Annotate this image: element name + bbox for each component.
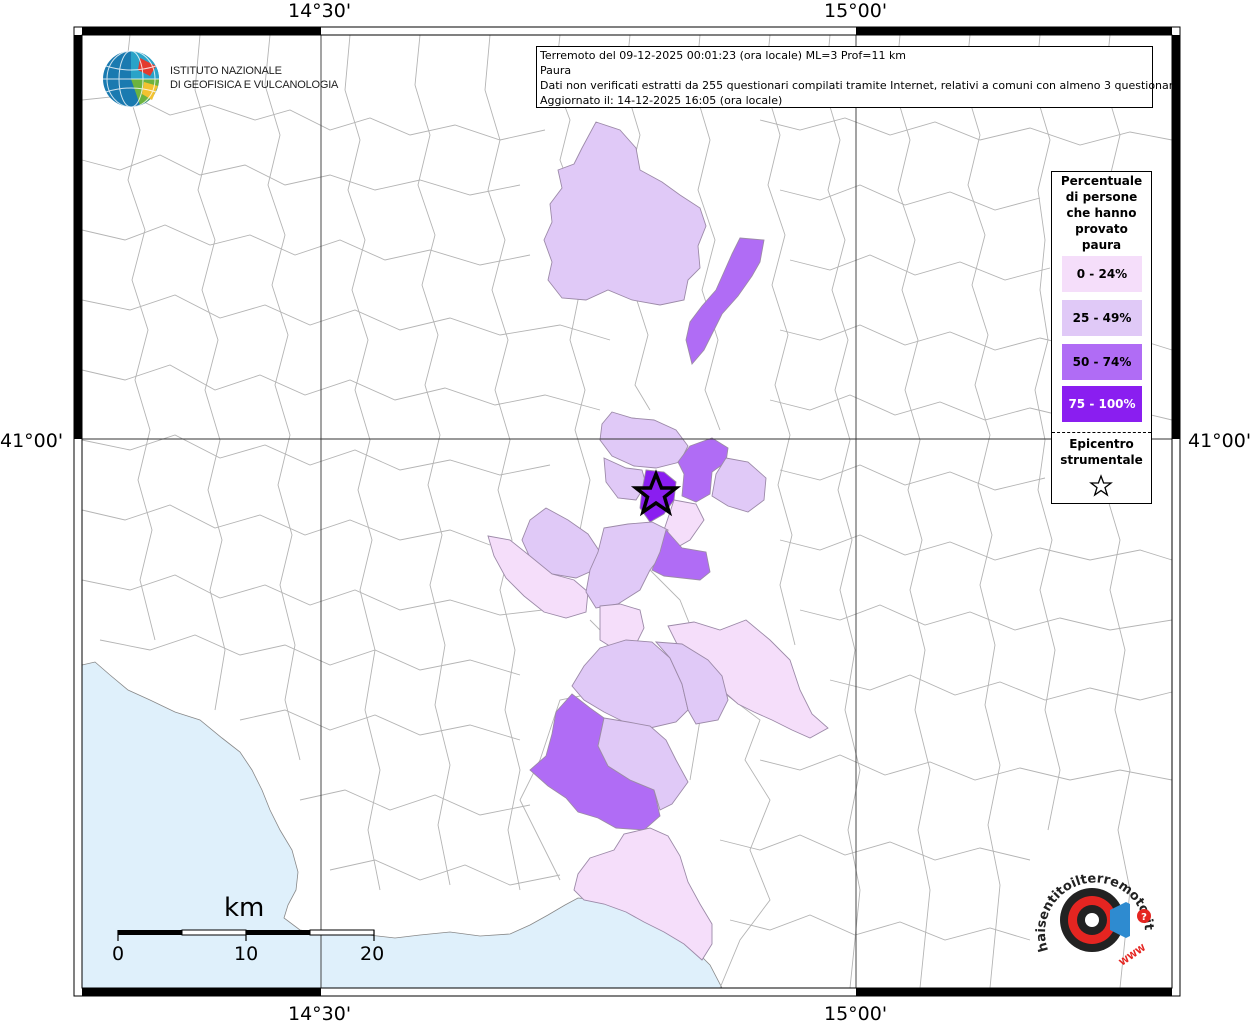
ingv-globe-icon [103,50,159,108]
lon-label-top-right: 15°00' [824,0,888,22]
legend-title-line: paura [1081,238,1122,252]
event-info-line2: Paura [540,64,572,77]
event-info-line3: Dati non verificati estratti da 255 ques… [540,79,1180,92]
scale-bar: km 0 10 20 [110,885,390,975]
legend-item-25-49: 25 - 49% [1062,300,1142,336]
lon-label-top-left: 14°30' [288,0,352,22]
lon-label-bottom-left: 14°30' [288,1003,352,1025]
ingv-name-line2: DI GEOFISICA E VULCANOLOGIA [170,79,339,91]
legend-item-label: 75 - 100% [1068,397,1136,411]
legend: Percentuale di persone che hanno provato… [1051,171,1152,504]
legend-title-line: provato [1075,222,1128,236]
scale-tick-label: 10 [234,943,259,965]
event-info-line1: Terremoto del 09-12-2025 00:01:23 (ora l… [540,49,907,62]
legend-item-0-24: 0 - 24% [1062,256,1142,292]
lon-label-bottom-right: 15°00' [824,1003,888,1025]
legend-item-label: 0 - 24% [1076,267,1128,281]
svg-text:?: ? [1141,912,1147,923]
scale-tick-label: 20 [360,943,385,965]
lat-label-right: 41°00' [1188,430,1252,452]
epicentre-legend-star-icon [1089,474,1113,497]
lat-label-left: 41°00' [0,430,64,452]
hai-sentito-badge: haisentitoilterremoto.it ? WWW [1034,871,1156,968]
legend-item-50-74: 50 - 74% [1062,344,1142,380]
legend-title-line: Percentuale [1060,174,1143,188]
epicentre-legend-line: strumentale [1060,453,1143,467]
epicentre-legend-line: Epicentro [1069,437,1134,451]
legend-item-label: 25 - 49% [1072,311,1132,325]
scale-tick-label: 0 [112,943,125,965]
ingv-name-line1: ISTITUTO NAZIONALE [170,65,282,77]
legend-item-label: 50 - 74% [1072,355,1132,369]
badge-www: WWW [1118,943,1148,968]
legend-title: Percentuale di persone che hanno provato… [1052,173,1151,253]
event-info-box: Terremoto del 09-12-2025 00:01:23 (ora l… [536,46,1180,108]
event-info-line4: Aggiornato il: 14-12-2025 16:05 (ora loc… [540,94,783,107]
legend-title-line: di persone [1065,190,1138,204]
legend-title-line: che hanno [1066,206,1137,220]
ingv-name: ISTITUTO NAZIONALE DI GEOFISICA E VULCAN… [170,64,338,92]
legend-item-75-100: 75 - 100% [1062,386,1142,422]
epicentre-legend-label: Epicentro strumentale [1052,436,1151,468]
legend-separator [1052,432,1151,433]
